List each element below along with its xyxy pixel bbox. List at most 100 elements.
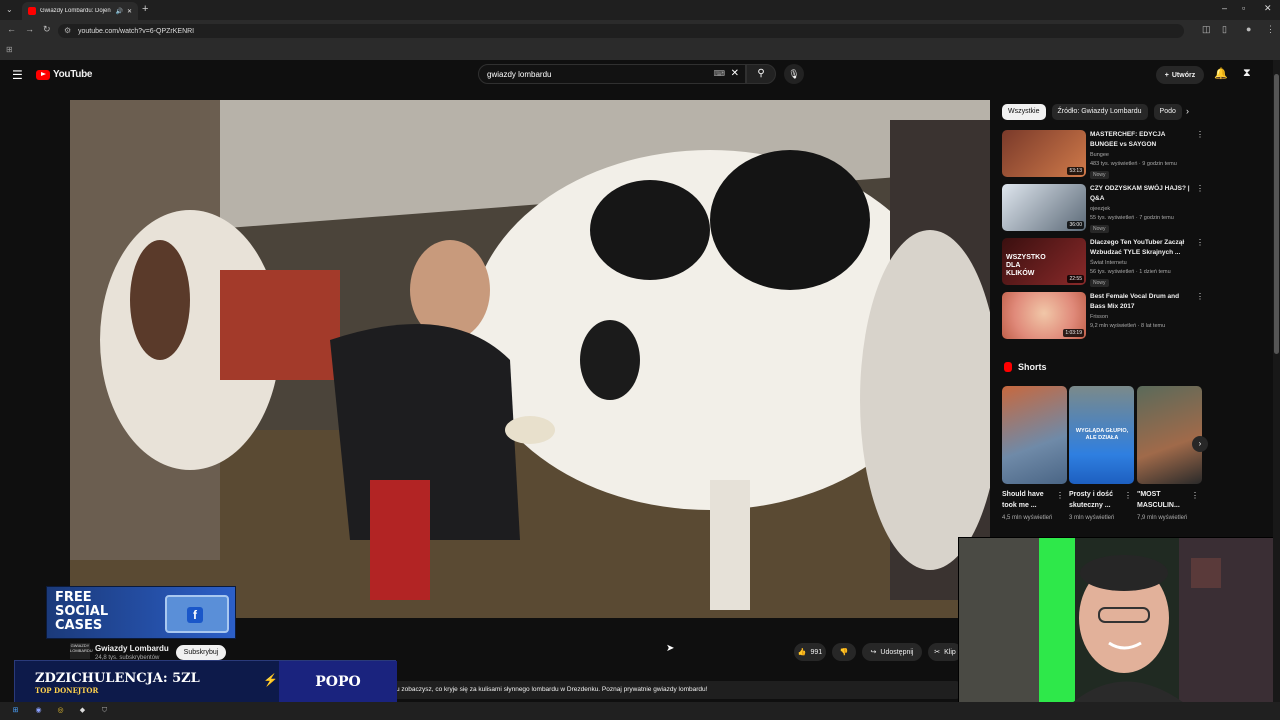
chip-all[interactable]: Wszystkie <box>1002 104 1046 120</box>
windows-start-icon[interactable]: ⊞ <box>10 705 21 716</box>
profile-icon[interactable]: ● <box>1246 24 1251 34</box>
more-options-icon[interactable]: ⋮ <box>1196 130 1204 139</box>
plus-icon: + <box>1164 71 1169 79</box>
shorts-next-icon[interactable]: › <box>1192 436 1208 452</box>
notifications-bell-icon[interactable]: 🔔 <box>1214 67 1228 80</box>
short-views: 4,5 mln wyświetleń <box>1002 515 1053 521</box>
keyboard-icon[interactable]: ⌨ <box>713 69 725 78</box>
recommendation-item[interactable]: 53:13 MASTERCHEF: EDYCJA BUNGEE vs SAYGO… <box>1002 130 1204 180</box>
new-badge: Nowy <box>1090 225 1109 233</box>
tab-audio-icon: 🔊 <box>115 8 123 15</box>
minimize-icon[interactable]: – <box>1222 3 1227 13</box>
recommendation-item[interactable]: 36:00 CZY ODZYSKAM SWÓJ HAJS? | Q&A ojee… <box>1002 184 1204 234</box>
subscribe-button[interactable]: Subskrybuj <box>176 645 226 660</box>
address-bar[interactable]: ⚙ youtube.com/watch?v=6-QPZrKENRI <box>58 24 1184 38</box>
youtube-logo[interactable]: YouTube <box>36 69 93 80</box>
browser-tab[interactable]: Gwiazdy Lombardu: Dojenie 🔊 ✕ <box>22 2 138 20</box>
short-thumbnail[interactable]: WYGLĄDA GŁUPIO, ALE DZIAŁA <box>1069 386 1134 484</box>
short-thumbnail[interactable] <box>1002 386 1067 484</box>
search-input[interactable]: gwiazdy lombardu ⌨ ✕ <box>478 64 746 84</box>
video-title[interactable]: Dlaczego Ten YouTuber Zaczął Wzbudzać TY… <box>1090 238 1190 258</box>
forward-icon[interactable]: → <box>25 24 34 34</box>
tab-title: Gwiazdy Lombardu: Dojenie <box>40 8 112 14</box>
chip-source[interactable]: Źródło: Gwiazdy Lombardu <box>1051 104 1148 120</box>
more-options-icon[interactable]: ⋮ <box>1191 491 1199 500</box>
url-text: youtube.com/watch?v=6-QPZrKENRI <box>78 27 195 35</box>
chips-next-icon[interactable]: › <box>1186 106 1189 116</box>
share-icon: ↪ <box>870 649 877 656</box>
channel-name[interactable]: Frisson <box>1090 314 1108 320</box>
donation-icon: ⚡ <box>263 673 278 687</box>
video-frame <box>70 100 990 618</box>
like-button[interactable]: 👍 991 <box>794 643 826 661</box>
mouse-cursor: ➤ <box>666 643 675 654</box>
create-button[interactable]: + Utwórz <box>1156 66 1204 84</box>
video-thumbnail[interactable]: 1:03:19 <box>1002 292 1086 339</box>
discord-icon[interactable]: ◉ <box>33 705 44 716</box>
voice-search-button[interactable]: 🎙 <box>784 64 804 84</box>
more-options-icon[interactable]: ⋮ <box>1056 491 1064 500</box>
more-options-icon[interactable]: ⋮ <box>1196 238 1204 247</box>
recommendation-item[interactable]: 1:03:19 Best Female Vocal Drum and Bass … <box>1002 292 1204 342</box>
webcam-frame <box>959 538 1273 713</box>
more-options-icon[interactable]: ⋮ <box>1124 491 1132 500</box>
maximize-icon[interactable]: ▫ <box>1242 3 1245 13</box>
search-button[interactable]: ⚲ <box>746 64 776 84</box>
close-window-icon[interactable]: ✕ <box>1264 3 1272 14</box>
ad-banner[interactable]: FREE SOCIAL CASES f <box>46 586 236 639</box>
new-tab-button[interactable]: + <box>142 3 148 15</box>
clear-search-icon[interactable]: ✕ <box>731 68 739 79</box>
chrome-icon[interactable]: ◎ <box>55 705 66 716</box>
thumbs-up-icon: 👍 <box>797 649 807 656</box>
browser-menu-icon[interactable]: ⋮ <box>1266 24 1275 35</box>
reload-icon[interactable]: ↻ <box>43 24 51 35</box>
youtube-play-icon <box>36 69 50 80</box>
tab-search-icon[interactable]: ⌄ <box>6 5 13 14</box>
channel-name[interactable]: Bungee <box>1090 152 1109 158</box>
sidebar-icon[interactable]: ▯ <box>1222 24 1227 35</box>
short-thumbnail[interactable] <box>1137 386 1202 484</box>
video-player[interactable] <box>70 100 990 618</box>
short-title[interactable]: "MOST MASCULIN... <box>1137 489 1193 511</box>
short-title[interactable]: Should have took me ... <box>1002 489 1058 511</box>
clip-button[interactable]: ✂ Klip <box>928 643 962 661</box>
bookmarks-bar: ⊞ <box>0 42 1280 60</box>
account-avatar[interactable]: ⧗ <box>1243 67 1255 81</box>
channel-name[interactable]: Gwiazdy Lombardu <box>95 644 169 653</box>
channel-name[interactable]: Świat Internetu <box>1090 260 1127 266</box>
more-options-icon[interactable]: ⋮ <box>1196 292 1204 301</box>
short-title[interactable]: Prosty i dość skuteczny ... <box>1069 489 1125 511</box>
extensions-icon[interactable]: ◫ <box>1202 24 1211 35</box>
new-badge: Nowy <box>1090 279 1109 287</box>
tab-close-icon[interactable]: ✕ <box>127 8 132 15</box>
clip-label: Klip <box>944 648 956 656</box>
menu-icon[interactable]: ☰ <box>12 68 23 82</box>
recommendation-item[interactable]: WSZYSTKO DLA KLIKÓW 22:55 Dlaczego Ten Y… <box>1002 238 1204 288</box>
app-icon[interactable]: ◆ <box>77 705 88 716</box>
new-badge: Nowy <box>1090 171 1109 179</box>
ad-line-2: SOCIAL <box>55 604 109 619</box>
apps-grid-icon[interactable]: ⊞ <box>6 45 13 54</box>
like-count: 991 <box>810 648 823 656</box>
ad-text: FREE SOCIAL CASES <box>55 591 108 633</box>
page-scrollbar[interactable] <box>1273 60 1280 702</box>
channel-name[interactable]: ojeezjek <box>1090 206 1110 212</box>
video-title[interactable]: CZY ODZYSKAM SWÓJ HAJS? | Q&A <box>1090 184 1190 204</box>
share-button[interactable]: ↪ Udostępnij <box>862 643 922 661</box>
video-thumbnail[interactable]: WSZYSTKO DLA KLIKÓW 22:55 <box>1002 238 1086 285</box>
shield-icon[interactable]: ⛉ <box>99 705 110 716</box>
video-meta: 55 tys. wyświetleń · 7 godzin temu <box>1090 215 1174 221</box>
video-title[interactable]: Best Female Vocal Drum and Bass Mix 2017 <box>1090 292 1190 312</box>
back-icon[interactable]: ← <box>7 24 16 34</box>
video-title[interactable]: MASTERCHEF: EDYCJA BUNGEE vs SAYGON <box>1090 130 1190 150</box>
channel-avatar[interactable]: GWIAZDY LOMBARDU <box>70 643 93 659</box>
scrollbar-thumb[interactable] <box>1274 74 1279 354</box>
thumbs-down-icon: 👎 <box>839 649 849 656</box>
video-thumbnail[interactable]: 36:00 <box>1002 184 1086 231</box>
dislike-button[interactable]: 👎 <box>832 643 856 661</box>
site-info-icon[interactable]: ⚙ <box>64 26 71 35</box>
video-thumbnail[interactable]: 53:13 <box>1002 130 1086 177</box>
chip-similar[interactable]: Podo <box>1153 104 1182 120</box>
short-views: 7,9 mln wyświetleń <box>1137 515 1188 521</box>
more-options-icon[interactable]: ⋮ <box>1196 184 1204 193</box>
